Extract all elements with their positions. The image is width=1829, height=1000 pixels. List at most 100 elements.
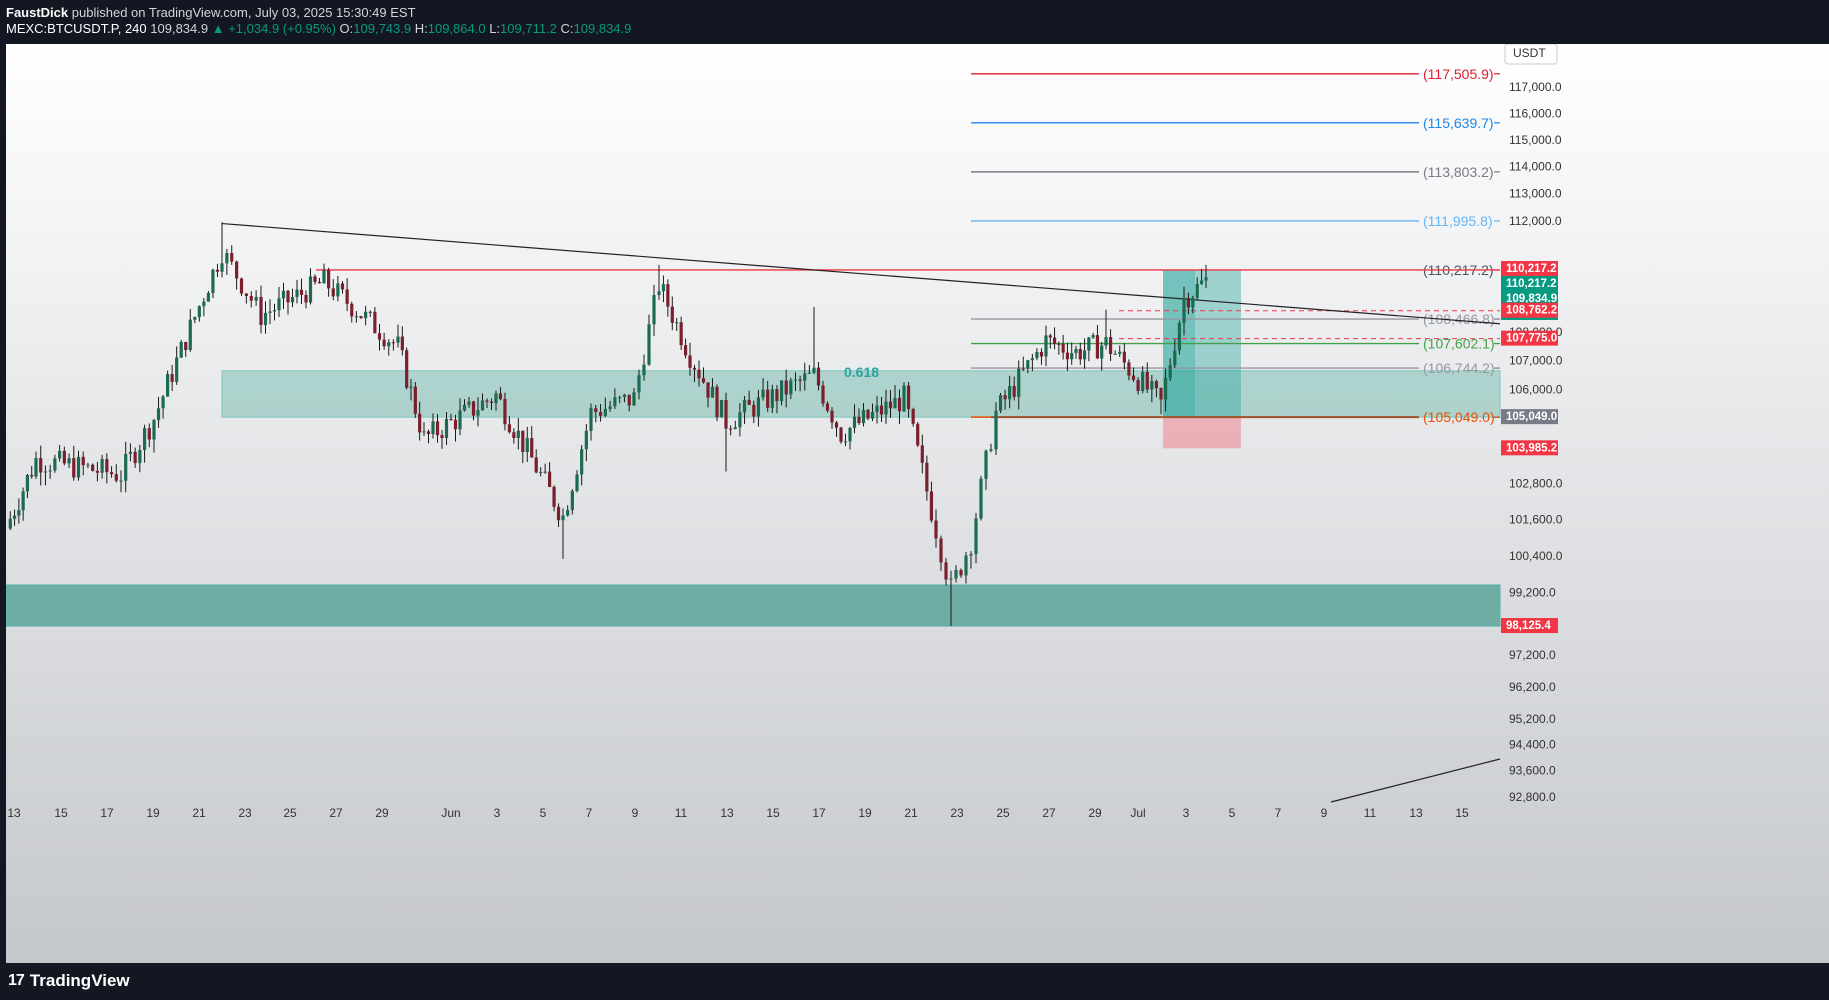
candle-body[interactable] [263, 312, 268, 325]
candle-body[interactable] [906, 385, 911, 409]
candle-body[interactable] [8, 518, 12, 529]
candle-body[interactable] [239, 278, 244, 294]
candle-body[interactable] [494, 393, 498, 404]
candle-body[interactable] [377, 333, 382, 340]
candle-body[interactable] [1122, 351, 1126, 363]
candle-body[interactable] [350, 303, 354, 317]
candle-body[interactable] [359, 316, 363, 319]
candle-body[interactable] [969, 554, 973, 556]
candle-body[interactable] [598, 412, 603, 416]
candle-body[interactable] [688, 355, 692, 368]
candle-body[interactable] [770, 389, 774, 408]
candle-body[interactable] [30, 474, 34, 477]
candle-body[interactable] [594, 408, 598, 413]
candle-body[interactable] [462, 404, 467, 411]
candle-body[interactable] [17, 510, 21, 516]
candle-body[interactable] [666, 284, 670, 307]
candle-body[interactable] [539, 472, 543, 474]
candle-body[interactable] [798, 379, 802, 381]
candle-body[interactable] [396, 336, 400, 343]
candle-body[interactable] [603, 408, 607, 416]
candle-body[interactable] [286, 290, 290, 303]
candle-body[interactable] [230, 253, 234, 262]
candle-body[interactable] [916, 423, 920, 446]
candle-body[interactable] [53, 458, 57, 471]
candle-body[interactable] [503, 399, 507, 425]
candle-body[interactable] [147, 428, 151, 440]
candle-body[interactable] [197, 306, 201, 318]
candle-body[interactable] [1186, 298, 1190, 308]
candle-body[interactable] [934, 520, 938, 539]
candle-body[interactable] [161, 396, 165, 409]
candle-body[interactable] [48, 470, 52, 472]
candle-body[interactable] [752, 404, 756, 417]
candle-body[interactable] [21, 491, 25, 511]
candle-body[interactable] [1052, 337, 1057, 344]
candle-body[interactable] [91, 464, 95, 471]
candle-body[interactable] [1204, 277, 1208, 281]
candle-body[interactable] [661, 284, 666, 292]
candle-body[interactable] [1108, 337, 1113, 355]
candle-body[interactable] [304, 294, 308, 303]
candle-body[interactable] [220, 263, 224, 272]
candle-body[interactable] [570, 491, 574, 510]
chart-canvas[interactable]: 0.618 (117,505.9) (115,639.7) (113,803.2) (… [6, 44, 1829, 963]
candle-body[interactable] [575, 474, 579, 492]
candle-body[interactable] [95, 470, 99, 473]
candle-body[interactable] [954, 569, 958, 579]
candle-body[interactable] [766, 389, 770, 408]
candle-body[interactable] [1087, 337, 1091, 351]
price-axis[interactable] [1500, 44, 1829, 963]
candle-body[interactable] [733, 427, 737, 430]
candle-body[interactable] [884, 401, 888, 415]
candle-body[interactable] [340, 283, 345, 290]
candle-body[interactable] [566, 509, 570, 516]
candle-body[interactable] [710, 386, 715, 398]
candle-body[interactable] [756, 397, 761, 417]
candle-body[interactable] [391, 342, 395, 344]
candle-body[interactable] [521, 430, 525, 452]
candle-body[interactable] [166, 374, 170, 397]
candle-body[interactable] [254, 296, 258, 301]
candle-body[interactable] [608, 406, 612, 409]
candle-body[interactable] [308, 276, 313, 303]
long-position-stop[interactable] [1163, 417, 1241, 449]
candle-body[interactable] [580, 449, 584, 475]
candle-body[interactable] [715, 386, 719, 418]
candle-body[interactable] [925, 462, 929, 492]
candle-body[interactable] [1131, 375, 1136, 380]
candle-body[interactable] [589, 408, 593, 431]
candle-body[interactable] [642, 364, 646, 376]
candle-body[interactable] [548, 471, 552, 487]
candle-body[interactable] [225, 253, 229, 264]
candle-body[interactable] [888, 401, 893, 409]
candle-body[interactable] [498, 393, 503, 400]
candle-body[interactable] [124, 453, 128, 481]
tradingview-logo[interactable]: 17 TradingView [8, 971, 130, 991]
candle-body[interactable] [211, 269, 215, 293]
candle-body[interactable] [114, 474, 118, 481]
candle-body[interactable] [1070, 353, 1074, 360]
candle-body[interactable] [821, 385, 825, 404]
candle-body[interactable] [939, 538, 943, 563]
candle-body[interactable] [100, 459, 104, 473]
candle-body[interactable] [426, 431, 431, 435]
candle-body[interactable] [839, 427, 843, 442]
candle-body[interactable] [825, 403, 830, 411]
candle-body[interactable] [1100, 345, 1104, 359]
symbol-label[interactable]: MEXC:BTCUSDT.P, 240 [6, 21, 147, 36]
candle-body[interactable] [816, 367, 821, 386]
candle-body[interactable] [1026, 360, 1030, 369]
candle-body[interactable] [618, 397, 622, 399]
candle-body[interactable] [911, 408, 915, 424]
candle-body[interactable] [902, 385, 906, 412]
candle-body[interactable] [1154, 381, 1159, 389]
candle-body[interactable] [1091, 335, 1095, 338]
candle-body[interactable] [422, 431, 426, 433]
candle-body[interactable] [1177, 323, 1181, 351]
candle-body[interactable] [857, 416, 861, 424]
candle-body[interactable] [875, 405, 879, 413]
candle-body[interactable] [336, 283, 340, 297]
candle-body[interactable] [784, 380, 788, 395]
candle-body[interactable] [1141, 371, 1145, 391]
